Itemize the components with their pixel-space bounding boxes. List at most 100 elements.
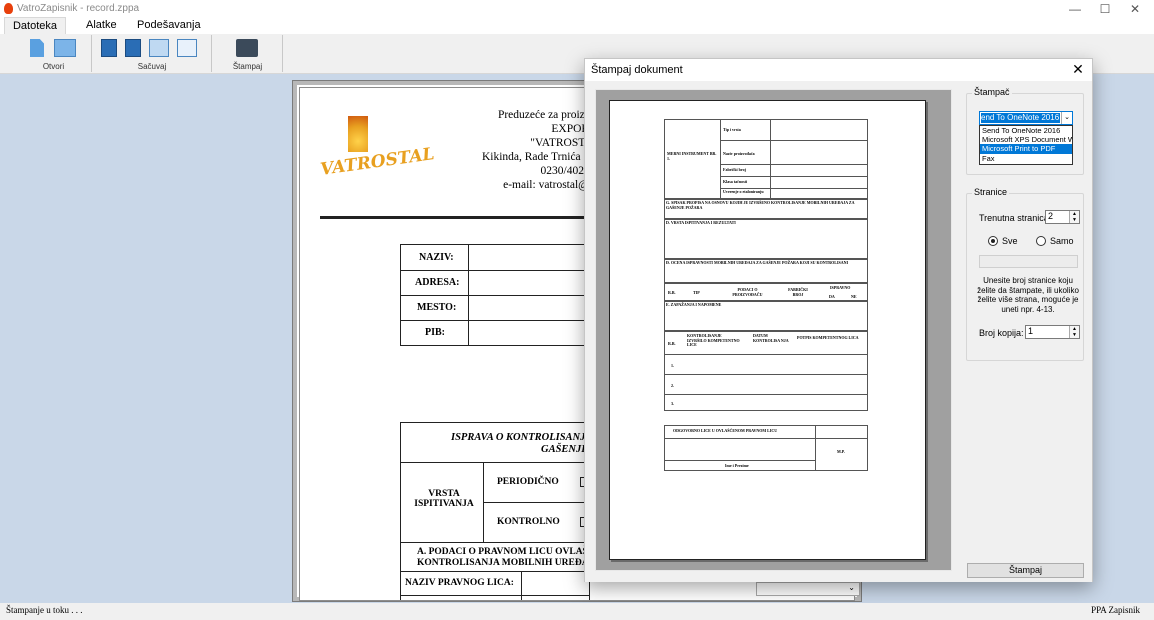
open-folder-icon[interactable] bbox=[54, 39, 76, 57]
save-copy-icon[interactable] bbox=[177, 39, 197, 57]
preview-row-number: 1. bbox=[671, 363, 674, 368]
save-as-icon[interactable] bbox=[125, 39, 141, 57]
app-icon bbox=[4, 3, 13, 14]
dialog-body: MERNI INSTRUMENT BR. 1. Tip i vrsta Nazi… bbox=[585, 81, 1092, 582]
preview-section-g: G. SPISAK PROPISA NA OSNOVU KOJIH JE IZV… bbox=[664, 199, 868, 219]
certificate-title: ISPRAVA O KONTROLISANJU bbox=[451, 432, 593, 443]
label-mesto: MESTO: bbox=[417, 302, 457, 313]
copies-value: 1 bbox=[1028, 326, 1034, 336]
flame-logo-icon bbox=[348, 116, 368, 152]
menu-file[interactable]: Datoteka bbox=[4, 17, 66, 34]
printer-option[interactable]: Send To OneNote 2016 bbox=[980, 126, 1072, 135]
printer-group: Štampač end To OneNote 2016 ⌄ Send To On… bbox=[966, 87, 1084, 175]
preview-col-no: NE bbox=[851, 294, 857, 299]
window-title: VatroZapisnik - record.zppa bbox=[17, 3, 140, 14]
current-page-spinner[interactable]: 2 ▲ ▼ bbox=[1045, 210, 1080, 224]
current-page-label: Trenutna stranica: bbox=[979, 213, 1052, 223]
export-image-icon[interactable] bbox=[149, 39, 169, 57]
preview-col-rb: R.B. bbox=[668, 290, 676, 295]
current-page-value: 2 bbox=[1048, 211, 1054, 221]
menu-settings[interactable]: Podešavanja bbox=[137, 19, 201, 31]
preview-section-d: D. VRSTA ISPITIVANJA I REZULTATI bbox=[664, 219, 868, 259]
pages-legend: Stranice bbox=[972, 187, 1010, 197]
preview-instrument-label: MERNI INSTRUMENT BR. 1. bbox=[667, 151, 717, 161]
preview-instrument-box: MERNI INSTRUMENT BR. 1. Tip i vrsta Nazi… bbox=[664, 119, 868, 199]
preview-col-producer: PODACI O PROIZVOĐAČU bbox=[732, 287, 763, 297]
menu-bar: Datoteka Alatke Podešavanja bbox=[0, 17, 1154, 34]
preview-col-yes: DA bbox=[829, 294, 835, 299]
group-print: Štampaj bbox=[213, 35, 283, 72]
printer-option[interactable]: Fax bbox=[980, 154, 1072, 163]
preview-sig-rb: R.B. bbox=[668, 341, 676, 346]
company-logo: VATROSTAL bbox=[319, 144, 436, 180]
label-adresa: ADRESA: bbox=[415, 277, 460, 288]
label-naziv: NAZIV: bbox=[419, 252, 454, 263]
app-name-status: PPA Zapisnik bbox=[1091, 605, 1140, 615]
radio-all[interactable] bbox=[988, 236, 998, 246]
copies-spinner[interactable]: 1 ▲ ▼ bbox=[1025, 325, 1080, 339]
preview-mp: M.P. bbox=[837, 449, 845, 454]
printer-icon[interactable] bbox=[236, 39, 258, 57]
page-range-input[interactable] bbox=[979, 255, 1078, 268]
pages-group: Stranice Trenutna stranica: 2 ▲ ▼ Sve Sam… bbox=[966, 187, 1084, 361]
preview-name: Ime i Prezime bbox=[725, 463, 749, 468]
preview-responsible-box: ODGOVORNO LICE U OVLAŠĆENOM PRAVNOM LICU… bbox=[664, 425, 868, 471]
preview-field: Tip i vrsta bbox=[723, 127, 741, 132]
client-info-table: NAZIV: ADRESA: MESTO: PIB: bbox=[400, 244, 590, 346]
page-range-hint: Unesite broj stranice koju želite da šta… bbox=[977, 276, 1079, 314]
preview-section-dj: Đ. OCENA ISPRAVNOSTI MOBILNIH UREĐAJA ZA… bbox=[664, 259, 868, 283]
printer-select[interactable]: end To OneNote 2016 ⌄ bbox=[979, 111, 1073, 125]
printer-dropdown-list: Send To OneNote 2016 Microsoft XPS Docum… bbox=[979, 125, 1073, 165]
label-pib: PIB: bbox=[425, 327, 445, 338]
status-bar bbox=[0, 603, 1154, 620]
printer-legend: Štampač bbox=[972, 87, 1012, 97]
periodic-label: PERIODIČNO bbox=[497, 477, 559, 487]
print-dialog: Štampaj dokument ✕ MERNI INSTRUMENT BR. … bbox=[584, 58, 1093, 582]
preview-responsible: ODGOVORNO LICE U OVLAŠĆENOM PRAVNOM LICU bbox=[673, 428, 778, 433]
zoom-dropdown[interactable]: ⌄ bbox=[756, 582, 860, 596]
maximize-button[interactable]: ☐ bbox=[1090, 2, 1120, 16]
printer-option-highlighted[interactable]: Microsoft Print to PDF bbox=[980, 144, 1072, 154]
dialog-title: Štampaj dokument bbox=[591, 64, 683, 76]
preview-sig-date: DATUM KONTROLISA NJA bbox=[753, 333, 789, 343]
new-file-icon[interactable] bbox=[30, 39, 44, 57]
close-button[interactable]: ✕ bbox=[1120, 2, 1150, 16]
preview-field: Fabrički broj bbox=[723, 167, 746, 172]
dialog-close-button[interactable]: ✕ bbox=[1070, 61, 1086, 78]
group-open-label: Otvori bbox=[42, 62, 65, 71]
save-icon[interactable] bbox=[101, 39, 117, 57]
preview-field: Uverenje o etaloniranju bbox=[723, 189, 764, 194]
exam-type-label: VRSTA ISPITIVANJA bbox=[414, 489, 474, 509]
preview-section-e: E. ZAPAŽANJA I NAPOMENE bbox=[664, 301, 868, 331]
preview-row-number: 2. bbox=[671, 383, 674, 388]
section-a-title: A. PODACI O PRAVNOM LICU OVLAŠĆ bbox=[417, 547, 595, 557]
group-save: Sačuvaj bbox=[93, 35, 212, 72]
group-save-label: Sačuvaj bbox=[137, 62, 167, 71]
status-text: Štampanje u toku . . . bbox=[6, 605, 83, 615]
legal-name-label: NAZIV PRAVNOG LICA: bbox=[405, 578, 514, 588]
spinner-arrows-icon[interactable]: ▲ ▼ bbox=[1069, 326, 1079, 338]
preview-signatures: R.B. KONTROLISANJE IZVRŠILO KOMPETENTNO … bbox=[664, 331, 868, 411]
spinner-arrows-icon[interactable]: ▲ ▼ bbox=[1069, 211, 1079, 223]
preview-col-tip: TIP bbox=[693, 290, 700, 295]
printer-selected: end To OneNote 2016 bbox=[981, 113, 1060, 123]
chevron-down-icon[interactable]: ⌄ bbox=[1061, 112, 1072, 124]
copies-label: Broj kopija: bbox=[979, 328, 1024, 338]
minimize-button[interactable]: — bbox=[1060, 2, 1090, 16]
preview-col-serial: FABRIČKI BROJ bbox=[788, 287, 808, 297]
menu-tools[interactable]: Alatke bbox=[86, 19, 117, 31]
header-divider bbox=[320, 216, 590, 219]
preview-col-correct: ISPRAVNO bbox=[830, 285, 851, 290]
control-label: KONTROLNO bbox=[497, 517, 560, 527]
group-open: Otvori bbox=[16, 35, 92, 72]
print-button[interactable]: Štampaj bbox=[967, 563, 1084, 578]
radio-all-label: Sve bbox=[1002, 236, 1018, 246]
radio-only-label: Samo bbox=[1050, 236, 1074, 246]
print-preview: MERNI INSTRUMENT BR. 1. Tip i vrsta Nazi… bbox=[595, 89, 952, 571]
printer-option[interactable]: Microsoft XPS Document W bbox=[980, 135, 1072, 144]
title-bar: VatroZapisnik - record.zppa — ☐ ✕ bbox=[0, 0, 1154, 17]
preview-grades-header: R.B. TIP PODACI O PROIZVOĐAČU FABRIČKI B… bbox=[664, 283, 868, 301]
preview-row-number: 3. bbox=[671, 401, 674, 406]
group-print-label: Štampaj bbox=[232, 62, 263, 71]
radio-only[interactable] bbox=[1036, 236, 1046, 246]
